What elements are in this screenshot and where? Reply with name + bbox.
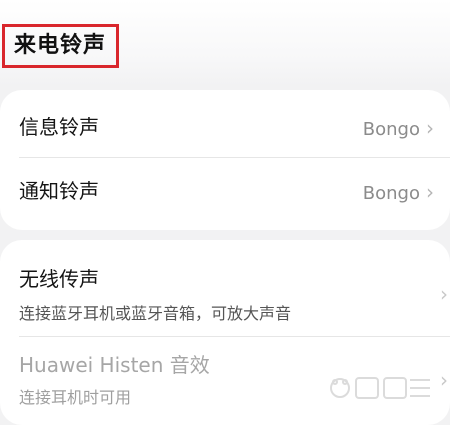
divider (19, 336, 450, 337)
chevron-right-icon: › (440, 282, 448, 306)
message-ringtone-value: Bongo (362, 119, 420, 140)
header: 来电铃声 (0, 0, 450, 86)
ringtone-row-notification[interactable]: 通知铃声 Bongo › (0, 178, 450, 218)
title-highlight-box (2, 24, 119, 68)
message-ringtone-value-wrap: Bongo › (363, 116, 434, 142)
message-ringtone-label: 信息铃声 (19, 115, 99, 139)
wireless-audio-row[interactable]: 无线传声 连接蓝牙耳机或蓝牙音箱，可放大声音 › (0, 266, 450, 328)
ringtone-card: 信息铃声 Bongo › 通知铃声 Bongo › (0, 90, 450, 230)
histen-effects-label: Huawei Histen 音效 (19, 353, 210, 377)
wireless-audio-label: 无线传声 (19, 267, 99, 291)
notification-ringtone-label: 通知铃声 (19, 179, 99, 203)
notification-ringtone-value: Bongo (362, 183, 420, 204)
ringtone-row-message[interactable]: 信息铃声 Bongo › (0, 114, 450, 154)
histen-effects-description: 连接耳机时可用 (19, 388, 132, 407)
chevron-right-icon: › (426, 180, 434, 204)
watermark-logo (330, 377, 430, 399)
chevron-right-icon: › (426, 116, 434, 140)
notification-ringtone-value-wrap: Bongo › (363, 180, 434, 206)
chevron-right-icon: › (440, 368, 448, 392)
wireless-audio-description: 连接蓝牙耳机或蓝牙音箱，可放大声音 (19, 304, 292, 323)
divider (19, 157, 450, 158)
